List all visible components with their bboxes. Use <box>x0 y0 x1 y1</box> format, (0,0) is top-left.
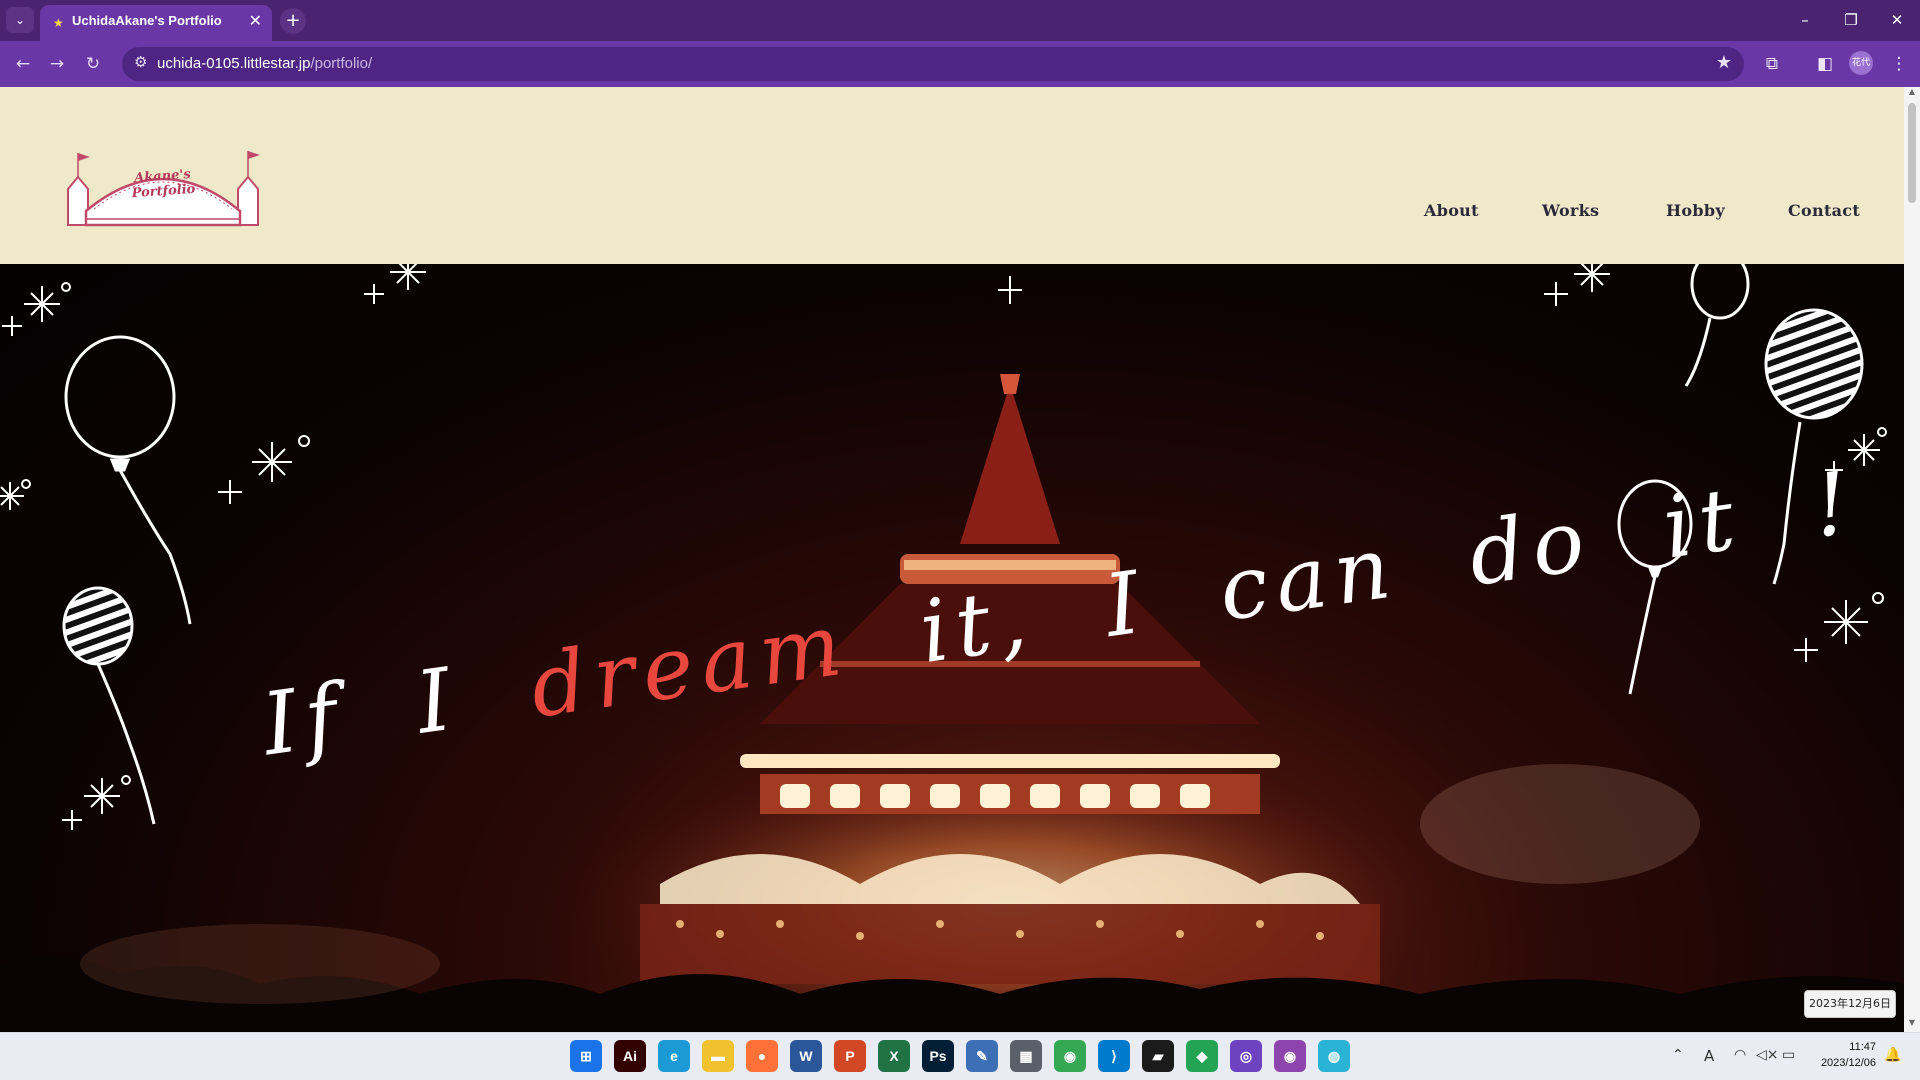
web-page: Akane's Portfolio About Works Hobby Cont… <box>0 87 1904 1032</box>
active-tab[interactable]: ★ UchidaAkane's Portfolio ✕ <box>40 5 272 41</box>
word-icon[interactable]: W <box>790 1040 822 1072</box>
tagline-word: If <box>256 664 352 776</box>
side-panel-icon[interactable]: ◧ <box>1811 51 1839 77</box>
scroll-thumb[interactable] <box>1908 103 1916 203</box>
tagline-word: it <box>1656 468 1749 579</box>
tray-overflow-icon[interactable]: ⌃ <box>1672 1047 1684 1063</box>
browser-toolbar: ← → ↻ ⚙ uchida-0105.littlestar.jp/portfo… <box>0 41 1920 87</box>
extensions-icon[interactable]: ⧉ <box>1758 51 1786 77</box>
reload-button[interactable]: ↻ <box>80 51 106 77</box>
illustrator-icon[interactable]: Ai <box>614 1040 646 1072</box>
windows-start-icon[interactable]: ⊞ <box>570 1040 602 1072</box>
nav-contact[interactable]: Contact <box>1788 201 1860 220</box>
profile-avatar[interactable]: 花代 <box>1849 51 1873 75</box>
sticky-notes-icon[interactable]: ▰ <box>1142 1040 1174 1072</box>
powerpoint-icon[interactable]: P <box>834 1040 866 1072</box>
scroll-up-arrow-icon[interactable]: ▲ <box>1904 87 1920 101</box>
url-text[interactable]: uchida-0105.littlestar.jp/portfolio/ <box>157 55 372 72</box>
tagline-word: I <box>1098 552 1155 658</box>
address-bar[interactable]: ⚙ uchida-0105.littlestar.jp/portfolio/ ★ <box>122 47 1744 81</box>
new-tab-button[interactable]: + <box>280 8 306 34</box>
ime-indicator[interactable]: A <box>1704 1047 1714 1065</box>
balloon-icon <box>64 335 192 625</box>
restore-button[interactable]: ❐ <box>1828 0 1874 41</box>
browser-tab-bar: ⌄ ★ UchidaAkane's Portfolio ✕ + – ❐ ✕ <box>0 0 1920 41</box>
excel-icon[interactable]: X <box>878 1040 910 1072</box>
windows-taskbar: ⌃ A ◠ ◁× ▭ 11:47 2023/12/06 🔔 ⊞ Ai e ▬ ● W P X P… <box>0 1032 1920 1080</box>
paint-icon[interactable]: ✎ <box>966 1040 998 1072</box>
nav-hobby[interactable]: Hobby <box>1666 201 1725 220</box>
scroll-down-arrow-icon[interactable]: ▼ <box>1904 1018 1920 1032</box>
tab-title: UchidaAkane's Portfolio <box>72 13 222 28</box>
bookmark-star-icon[interactable]: ★ <box>1716 52 1732 73</box>
nav-works[interactable]: Works <box>1542 201 1599 220</box>
chrome-profile-icon[interactable]: ◉ <box>1274 1040 1306 1072</box>
app-green-icon[interactable]: ◆ <box>1186 1040 1218 1072</box>
tab-close-button[interactable]: ✕ <box>249 11 262 30</box>
forward-button[interactable]: → <box>44 51 70 77</box>
date-tooltip: 2023年12月6日 <box>1804 990 1896 1018</box>
back-button[interactable]: ← <box>10 51 36 77</box>
battery-icon[interactable]: ▭ <box>1782 1047 1795 1063</box>
site-info-icon[interactable]: ⚙ <box>134 53 147 71</box>
tab-search-button[interactable]: ⌄ <box>6 7 34 33</box>
close-window-button[interactable]: ✕ <box>1874 0 1920 41</box>
tagline-word: do <box>1462 489 1599 606</box>
site-logo[interactable]: Akane's Portfolio <box>60 149 266 231</box>
taskbar-clock[interactable]: 11:47 2023/12/06 <box>1808 1039 1876 1071</box>
page-scrollbar[interactable]: ▲ ▼ <box>1904 87 1920 1032</box>
tagline-word: I <box>410 648 466 754</box>
minimize-button[interactable]: – <box>1782 0 1828 41</box>
favicon-icon: ★ <box>53 16 64 30</box>
photoshop-icon[interactable]: Ps <box>922 1040 954 1072</box>
calculator-icon[interactable]: ▦ <box>1010 1040 1042 1072</box>
photos-icon[interactable]: ◍ <box>1318 1040 1350 1072</box>
hero-banner: If I dream it, I can do it ! <box>0 264 1904 1032</box>
chrome-icon[interactable]: ◉ <box>1054 1040 1086 1072</box>
site-header: Akane's Portfolio About Works Hobby Cont… <box>0 87 1904 264</box>
github-desktop-icon[interactable]: ◎ <box>1230 1040 1262 1072</box>
firefox-icon[interactable]: ● <box>746 1040 778 1072</box>
window-controls: – ❐ ✕ <box>1782 0 1920 41</box>
balloon-icon-small <box>1684 264 1750 387</box>
notification-bell-icon[interactable]: 🔔 <box>1884 1047 1901 1063</box>
edge-icon[interactable]: e <box>658 1040 690 1072</box>
wifi-icon[interactable]: ◠ <box>1734 1047 1746 1063</box>
nav-about[interactable]: About <box>1424 201 1479 220</box>
speaker-muted-icon[interactable]: ◁× <box>1756 1047 1779 1063</box>
menu-icon[interactable]: ⋮ <box>1885 51 1913 77</box>
file-explorer-icon[interactable]: ▬ <box>702 1040 734 1072</box>
vscode-icon[interactable]: ⟩ <box>1098 1040 1130 1072</box>
tagline-word: it, <box>913 568 1041 683</box>
